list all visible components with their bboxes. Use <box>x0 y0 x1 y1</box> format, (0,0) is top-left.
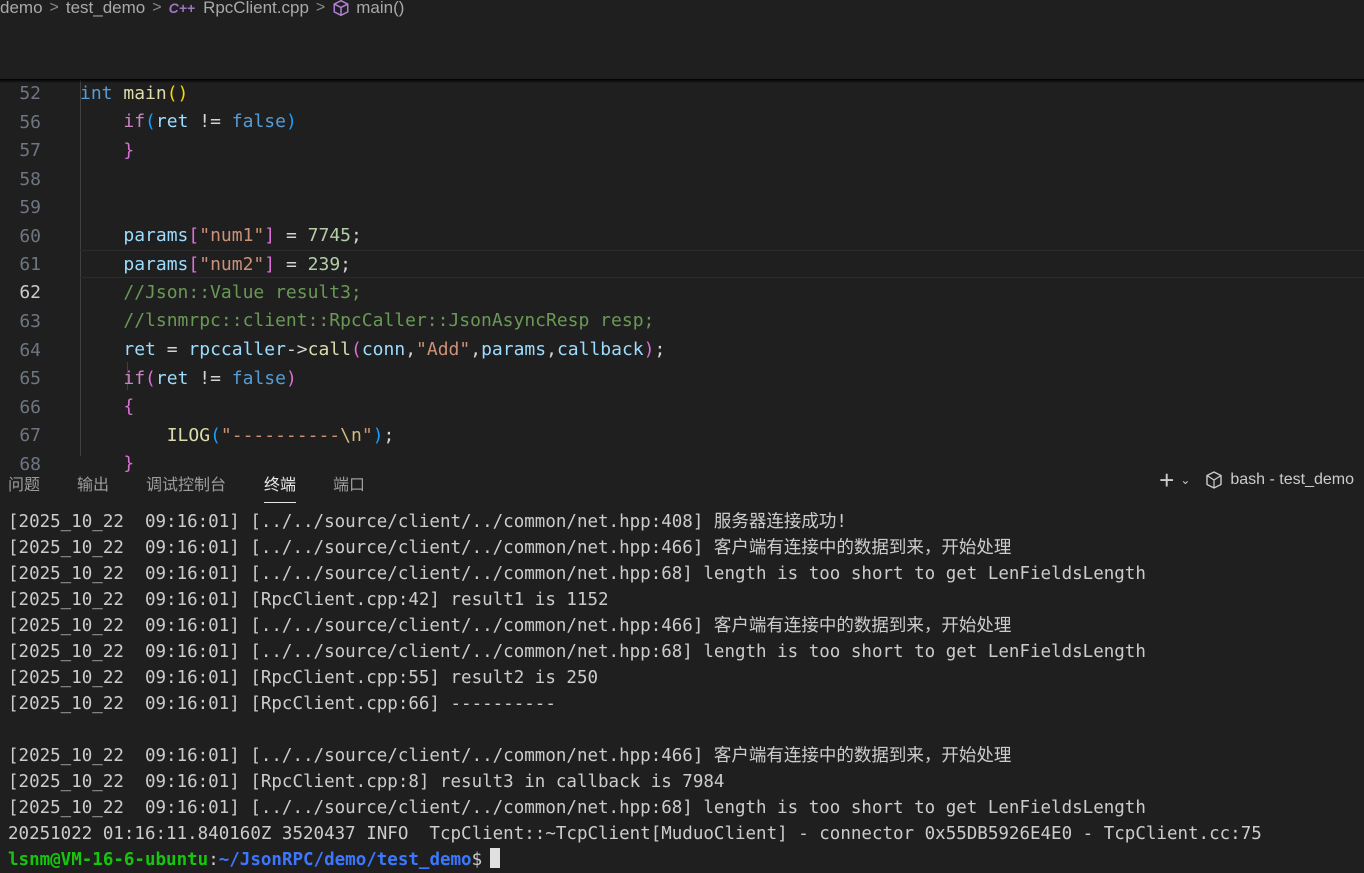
chevron-down-icon[interactable]: ⌄ <box>1180 473 1190 487</box>
code-line[interactable]: 68 <box>0 423 1364 475</box>
tab-ports[interactable]: 端口 <box>333 471 365 495</box>
breadcrumb-folder[interactable]: test_demo <box>66 0 145 16</box>
terminal-line: [2025_10_22 09:16:01] [../../source/clie… <box>8 798 1146 818</box>
terminal-line: [2025_10_22 09:16:01] [../../source/clie… <box>8 538 1012 558</box>
chevron-right-icon: > <box>49 0 59 16</box>
code-line[interactable]: 61 //Json::Value result3; <box>0 223 1364 303</box>
cpp-file-icon: C++ <box>168 0 196 16</box>
prompt-symbol: $ <box>471 850 483 870</box>
code-line[interactable]: 56 } <box>0 81 1364 161</box>
code-line[interactable]: 64 if(ret != false) <box>0 309 1364 389</box>
breadcrumb-root[interactable]: demo <box>0 0 43 16</box>
terminal-line: 20251022 01:16:11.840160Z 3520437 INFO T… <box>8 824 1262 844</box>
code-line[interactable]: 60 params["num2"] = 239; <box>0 195 1364 275</box>
terminal-line: [2025_10_22 09:16:01] [../../source/clie… <box>8 746 1012 766</box>
tab-problems[interactable]: 问题 <box>8 471 40 495</box>
terminal-line: [2025_10_22 09:16:01] [../../source/clie… <box>8 512 847 532</box>
code-line[interactable]: 58 <box>0 138 1364 190</box>
code-line[interactable]: 59 params["num1"] = 7745; <box>0 166 1364 246</box>
terminal-line: [2025_10_22 09:16:01] [../../source/clie… <box>8 564 1146 584</box>
tab-terminal[interactable]: 终端 <box>264 471 297 503</box>
terminal-prompt-line[interactable]: lsnm@VM-16-6-ubuntu:~/JsonRPC/demo/test_… <box>8 847 1358 873</box>
plus-icon[interactable]: + <box>1159 467 1174 493</box>
breadcrumb-file[interactable]: RpcClient.cpp <box>203 0 309 16</box>
breadcrumb: demo > test_demo > C++ RpcClient.cpp > m… <box>0 0 1364 19</box>
terminal-line: [2025_10_22 09:16:01] [../../source/clie… <box>8 616 1012 636</box>
code-line[interactable]: 65 { <box>0 337 1364 417</box>
sticky-line[interactable]: 11 int main() <box>0 24 1364 104</box>
breadcrumb-symbol[interactable]: main() <box>356 0 404 16</box>
terminal-line: [2025_10_22 09:16:01] [../../source/clie… <box>8 642 1146 662</box>
panel-tab-bar: 问题 输出 调试控制台 终端 端口 + ⌄ bash - test_demo <box>0 462 1364 503</box>
terminal-actions: + ⌄ bash - test_demo <box>1159 467 1354 493</box>
prompt-separator: : <box>208 850 219 870</box>
tab-debug-console[interactable]: 调试控制台 <box>146 471 226 495</box>
terminal-cursor <box>490 848 501 868</box>
chevron-right-icon: > <box>152 0 162 16</box>
prompt-user: lsnm@VM-16-6-ubuntu <box>8 850 209 870</box>
terminal-line: [2025_10_22 09:16:01] [RpcClient.cpp:42]… <box>8 590 609 610</box>
code-line[interactable]: 66 ILOG("----------\n"); <box>0 366 1364 446</box>
terminal-line: [2025_10_22 09:16:01] [RpcClient.cpp:55]… <box>8 668 599 688</box>
code-editor[interactable]: 11 int main() 52 if(ret != false) 56 } 5… <box>0 24 1364 475</box>
terminal-title[interactable]: bash - test_demo <box>1230 471 1354 489</box>
chevron-right-icon: > <box>315 0 326 16</box>
sticky-line[interactable]: 52 if(ret != false) <box>0 52 1364 132</box>
code-line[interactable]: 63 ret = rpccaller->call(conn,"Add",para… <box>0 280 1364 360</box>
terminal-icon <box>1206 471 1223 489</box>
code-line[interactable]: 62 //lsnmrpc::client::RpcCaller::JsonAsy… <box>0 251 1364 331</box>
code-line[interactable]: 67 } <box>0 394 1364 474</box>
method-cube-icon <box>333 0 349 17</box>
terminal-line: [2025_10_22 09:16:01] [RpcClient.cpp:8] … <box>8 772 725 792</box>
terminal-line: [2025_10_22 09:16:01] [RpcClient.cpp:66]… <box>8 694 556 714</box>
terminal-output[interactable]: [2025_10_22 09:16:01] [../../source/clie… <box>8 509 1358 873</box>
code-line[interactable]: 57 <box>0 109 1364 161</box>
tab-output[interactable]: 输出 <box>77 471 109 495</box>
prompt-path: ~/JsonRPC/demo/test_demo <box>218 850 472 870</box>
